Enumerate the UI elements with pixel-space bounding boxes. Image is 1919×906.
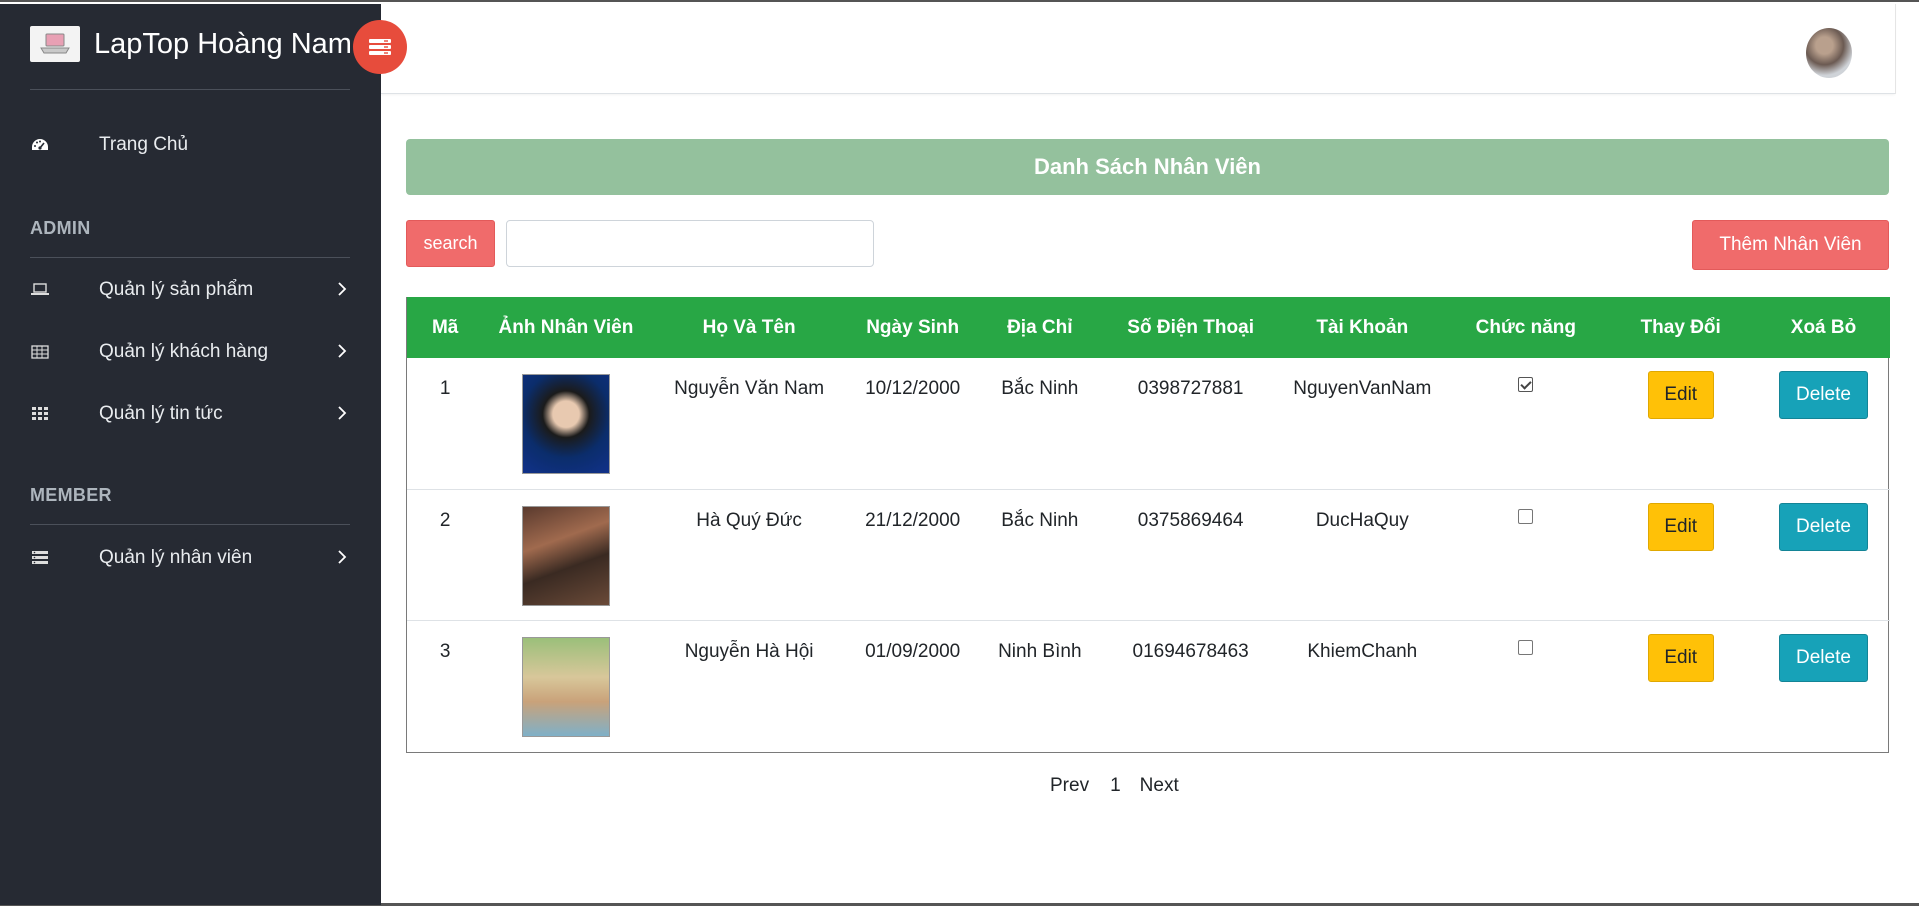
employee-dob: 01/09/2000 xyxy=(865,640,961,662)
column-header-photo: Ảnh Nhân Viên xyxy=(498,316,634,338)
delete-button[interactable]: Delete xyxy=(1778,371,1868,419)
employee-name: Hà Quý Đức xyxy=(696,509,802,531)
table-row: 2 Hà Quý Đức 21/12/2000 Bắc Ninh 0375869… xyxy=(407,489,1890,620)
top-header xyxy=(381,4,1895,94)
employee-account: DucHaQuy xyxy=(1315,509,1409,531)
employee-address: Bắc Ninh xyxy=(1001,509,1079,531)
laptop-icon xyxy=(30,26,80,62)
prev-page-link[interactable]: Prev xyxy=(1050,775,1089,797)
divider xyxy=(30,89,350,90)
chevron-right-icon xyxy=(337,549,347,571)
employee-dob: 10/12/2000 xyxy=(865,378,961,399)
sidebar-item-label: Quản lý nhân viên xyxy=(99,547,253,568)
divider xyxy=(1895,4,1896,94)
table-row: 1 Nguyễn Văn Nam 10/12/2000 Bắc Ninh 039… xyxy=(407,358,1890,489)
chevron-right-icon xyxy=(337,405,347,427)
app-frame: LapTop Hoàng Nam Trang Chủ ADMIN Quản lý… xyxy=(0,0,1919,906)
sidebar-item-label: Quản lý sản phẩm xyxy=(99,279,254,300)
column-header-delete: Xoá Bỏ xyxy=(1790,316,1857,338)
sidebar-item-label: Quản lý khách hàng xyxy=(99,341,269,362)
employee-address: Ninh Bình xyxy=(998,640,1082,662)
column-header-role: Chức năng xyxy=(1475,316,1576,338)
employee-photo xyxy=(521,505,610,606)
column-header-edit: Thay Đổi xyxy=(1640,316,1721,338)
table-header-row: Mã Ảnh Nhân Viên Họ Và Tên Ngày Sinh Địa… xyxy=(407,297,1890,358)
role-checkbox[interactable] xyxy=(1518,508,1534,524)
employee-id: 3 xyxy=(439,640,451,662)
column-header-account: Tài Khoản xyxy=(1316,316,1409,338)
role-checkbox[interactable] xyxy=(1518,377,1534,392)
employee-photo xyxy=(521,374,610,474)
sidebar-item-home[interactable]: Trang Chủ xyxy=(30,125,355,165)
role-checkbox[interactable] xyxy=(1518,639,1534,655)
sidebar-item-label: Trang Chủ xyxy=(99,134,189,155)
sidebar-item-employees[interactable]: Quản lý nhân viên xyxy=(30,538,355,578)
sidebar-item-label: Quản lý tin tức xyxy=(99,403,223,424)
divider xyxy=(30,257,350,258)
column-header-name: Họ Và Tên xyxy=(702,316,796,338)
pagination: Prev 1 Next xyxy=(1050,775,1179,797)
page-link-1[interactable]: 1 xyxy=(1110,775,1121,797)
employee-name: Nguyễn Văn Nam xyxy=(674,378,825,399)
user-avatar[interactable] xyxy=(1806,28,1852,78)
delete-button[interactable]: Delete xyxy=(1778,633,1868,682)
employee-account: KhiemChanh xyxy=(1307,640,1418,662)
sidebar-item-news[interactable]: Quản lý tin tức xyxy=(30,394,355,434)
edit-button[interactable]: Edit xyxy=(1647,633,1714,682)
employee-phone: 0375869464 xyxy=(1137,509,1244,531)
employee-id: 2 xyxy=(439,509,451,531)
edit-button[interactable]: Edit xyxy=(1647,502,1714,551)
employee-table: Mã Ảnh Nhân Viên Họ Và Tên Ngày Sinh Địa… xyxy=(406,297,1890,753)
grid-icon xyxy=(30,404,50,424)
section-heading-admin: ADMIN xyxy=(30,218,91,238)
sidebar-toggle-button[interactable] xyxy=(353,20,407,74)
sidebar: LapTop Hoàng Nam Trang Chủ ADMIN Quản lý… xyxy=(0,4,381,905)
employee-address: Bắc Ninh xyxy=(1001,378,1079,399)
sidebar-item-products[interactable]: Quản lý sản phẩm xyxy=(30,270,355,310)
employee-phone: 0398727881 xyxy=(1137,378,1244,399)
search-input[interactable] xyxy=(506,220,874,267)
employee-id: 1 xyxy=(439,378,451,399)
employee-name: Nguyễn Hà Hội xyxy=(684,640,814,662)
delete-button[interactable]: Delete xyxy=(1778,502,1868,551)
chevron-right-icon xyxy=(337,343,347,365)
next-page-link[interactable]: Next xyxy=(1140,775,1179,797)
add-employee-button[interactable]: Thêm Nhân Viên xyxy=(1692,220,1889,270)
search-button[interactable]: search xyxy=(406,220,495,267)
sidebar-item-customers[interactable]: Quản lý khách hàng xyxy=(30,332,355,372)
column-header-phone: Số Điện Thoại xyxy=(1127,316,1254,338)
employee-account: NguyenVanNam xyxy=(1293,378,1432,399)
employee-photo xyxy=(521,636,610,737)
brand[interactable]: LapTop Hoàng Nam xyxy=(30,26,352,62)
edit-button[interactable]: Edit xyxy=(1647,371,1714,419)
laptop-icon xyxy=(30,280,50,300)
table-row: 3 Nguyễn Hà Hội 01/09/2000 Ninh Bình 016… xyxy=(407,620,1890,751)
menu-icon xyxy=(369,39,391,55)
page-title: Danh Sách Nhân Viên xyxy=(406,139,1889,195)
brand-title: LapTop Hoàng Nam xyxy=(94,27,352,60)
chevron-right-icon xyxy=(337,281,347,303)
column-header-address: Địa Chỉ xyxy=(1007,316,1073,338)
employee-phone: 01694678463 xyxy=(1132,640,1249,662)
employee-dob: 21/12/2000 xyxy=(865,509,961,531)
dashboard-icon xyxy=(30,135,50,155)
column-header-dob: Ngày Sinh xyxy=(866,316,960,338)
column-header-id: Mã xyxy=(431,316,459,338)
divider xyxy=(30,524,350,525)
table-icon xyxy=(30,342,50,362)
section-heading-member: MEMBER xyxy=(30,485,112,505)
server-icon xyxy=(30,548,50,568)
